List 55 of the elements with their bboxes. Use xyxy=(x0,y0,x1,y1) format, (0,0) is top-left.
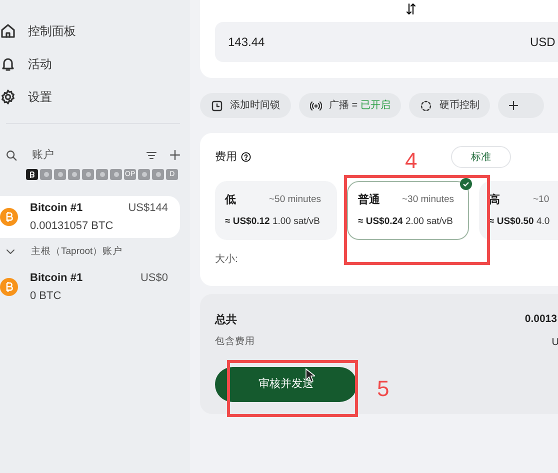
search-icon[interactable] xyxy=(6,150,17,160)
bitcoin-icon xyxy=(0,278,18,296)
annotation-number: 5 xyxy=(377,378,390,400)
option-chip[interactable]: 添加时间锁 xyxy=(200,93,291,118)
fee-title: 费用 xyxy=(215,150,237,165)
nav-item[interactable]: 设置 xyxy=(0,80,180,113)
chain-logo-icon xyxy=(72,172,76,177)
bitcoin-icon xyxy=(29,170,35,178)
chain-logo-icon xyxy=(58,172,62,177)
chain-logo-icon xyxy=(100,172,104,177)
annotation-number: 4 xyxy=(405,150,418,172)
bell-icon xyxy=(0,56,16,72)
plus-icon xyxy=(509,101,518,110)
plus-icon[interactable] xyxy=(170,150,180,160)
account-fiat: US$0 xyxy=(140,270,168,286)
size-label: 大小: xyxy=(215,252,239,267)
fee-included-label: 包含费用 xyxy=(215,334,255,348)
nav-item[interactable]: 活动 xyxy=(0,47,180,80)
nav-item[interactable]: 控制面板 xyxy=(0,14,180,47)
chain-logo-icon xyxy=(44,172,48,177)
account-amount: 0 BTC xyxy=(30,289,62,304)
account-fiat: US$144 xyxy=(128,200,168,216)
account-name: Bitcoin #1 xyxy=(30,270,83,286)
option-chip[interactable]: 硬币控制 xyxy=(409,93,490,118)
swap-icon[interactable] xyxy=(406,3,416,15)
clock-icon xyxy=(211,100,223,112)
broadcast-icon xyxy=(310,100,322,112)
fee-mode-toggle[interactable]: 标准 xyxy=(451,146,511,168)
chain-logo-icon xyxy=(156,172,161,177)
currency-label: USD xyxy=(530,34,556,51)
account-item[interactable]: Bitcoin #1 US$144 0.00131057 BTC xyxy=(0,196,180,238)
chain-logo-icon xyxy=(86,172,90,177)
account-amount: 0.00131057 BTC xyxy=(30,219,114,234)
fee-option[interactable]: 低 ~50 minutes ≈ US$0.12 1.00 sat/vB xyxy=(215,181,337,240)
amount-field[interactable]: 143.44 USD xyxy=(215,22,558,62)
check-icon xyxy=(460,178,472,190)
help-icon[interactable] xyxy=(241,152,251,162)
dashed-circle-icon xyxy=(420,100,432,112)
option-chip[interactable] xyxy=(498,93,544,118)
home-icon xyxy=(0,22,16,38)
fee-option[interactable]: 普通 ~30 minutes ≈ US$0.24 2.00 sat/vB xyxy=(347,181,469,240)
total-label: 总共 xyxy=(215,312,237,328)
account-name: Bitcoin #1 xyxy=(30,200,83,216)
total-value: 0.0013 xyxy=(524,312,557,327)
filter-icon[interactable] xyxy=(146,150,157,160)
chain-logo-icon xyxy=(142,172,147,177)
option-chip[interactable]: 广播 = 已开启 xyxy=(299,93,402,118)
total-fiat: U xyxy=(552,336,558,350)
chain-filter[interactable] xyxy=(26,169,38,180)
bitcoin-icon xyxy=(0,208,18,226)
account-group-header[interactable]: 主根（Taproot）账户 xyxy=(6,240,180,264)
accounts-heading: 账户 xyxy=(32,148,55,163)
settings-icon xyxy=(0,88,16,104)
account-item[interactable]: Bitcoin #1 US$0 0 BTC xyxy=(0,266,180,308)
chain-logo-icon xyxy=(114,172,118,177)
